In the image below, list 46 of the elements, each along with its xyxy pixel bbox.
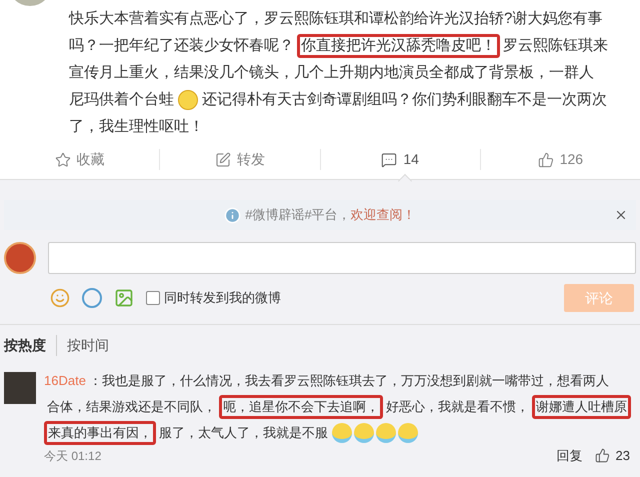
action-button[interactable]: 126 [538, 149, 584, 170]
highlighted-text: 你直接把许光汉舔秃噜皮吧！ [297, 34, 500, 58]
sort-tab[interactable]: 按热度 [4, 335, 56, 356]
crying-face-emoji-icon [332, 423, 352, 443]
comment-text: 好恶心，我就是看不惯， [385, 398, 530, 416]
comment-text: 合体，结果游戏还是不同队， [46, 398, 217, 416]
post-text: 尼玛供着个台蛙 [68, 90, 175, 110]
comment-text: ：我也是服了，什么情况，我去看罗云熙陈钰琪去了，万万没想到剧就一嘴带过，想看两人 [88, 372, 610, 390]
user-avatar [4, 242, 36, 274]
post-text: 宣传月上重火，结果没几个镜头，几个上升期内地演员全都成了背景板，一群人 [68, 62, 595, 82]
comment-input-field[interactable] [48, 242, 636, 274]
highlighted-text: 来真的事出有因， [44, 421, 156, 445]
action-button[interactable]: 转发 [214, 149, 265, 170]
comment-time: 今天 01:12 [44, 448, 102, 465]
post-text: 还记得朴有天古剑奇谭剧组吗？你们势利眼翻车不是一次两次 [201, 90, 608, 110]
notice-link[interactable]: 欢迎查阅！ [350, 205, 416, 225]
post-text: 罗云熙陈钰琪来 [502, 36, 609, 56]
highlighted-text: 呃，追星你不会下去追啊， [219, 395, 383, 419]
reply-link[interactable]: 回复 [556, 446, 583, 466]
action-button[interactable]: 14 [381, 149, 419, 170]
like-icon [538, 152, 554, 168]
info-icon [224, 206, 242, 224]
comment-text: 服了，太气人了，我就是不服 [158, 424, 329, 442]
post-text: 了，我生理性呕吐！ [68, 116, 205, 136]
crying-face-emoji-icon [376, 423, 396, 443]
action-button[interactable]: 收藏 [54, 149, 105, 170]
crying-face-emoji-icon [354, 423, 374, 443]
crying-face-emoji-icon [398, 423, 418, 443]
picture-icon[interactable] [114, 288, 134, 308]
close-icon[interactable] [614, 208, 628, 222]
like-icon[interactable] [594, 448, 610, 464]
post-text: 快乐大本营着实有点恶心了，罗云熙陈钰琪和谭松韵给许光汉抬轿?谢大妈您有事 [68, 8, 604, 28]
repost-label: 同时转发到我的微博 [164, 289, 281, 308]
commenter-avatar [4, 372, 36, 404]
repost-checkbox[interactable] [146, 291, 160, 305]
comment-icon [381, 152, 398, 168]
notice-text: #微博辟谣#平台， [245, 206, 351, 224]
share-icon [214, 152, 231, 168]
sort-tab[interactable]: 按时间 [56, 335, 119, 356]
star-icon [54, 152, 71, 168]
smiley-icon[interactable] [50, 288, 70, 308]
username-link[interactable]: 16Date [44, 371, 86, 391]
like-count: 23 [616, 447, 630, 465]
highlighted-text: 谢娜遭人吐槽原 [532, 395, 631, 419]
smiley-emoji-icon [178, 90, 198, 110]
post-text: 吗？一把年纪了还装少女怀春呢？ [68, 36, 295, 56]
